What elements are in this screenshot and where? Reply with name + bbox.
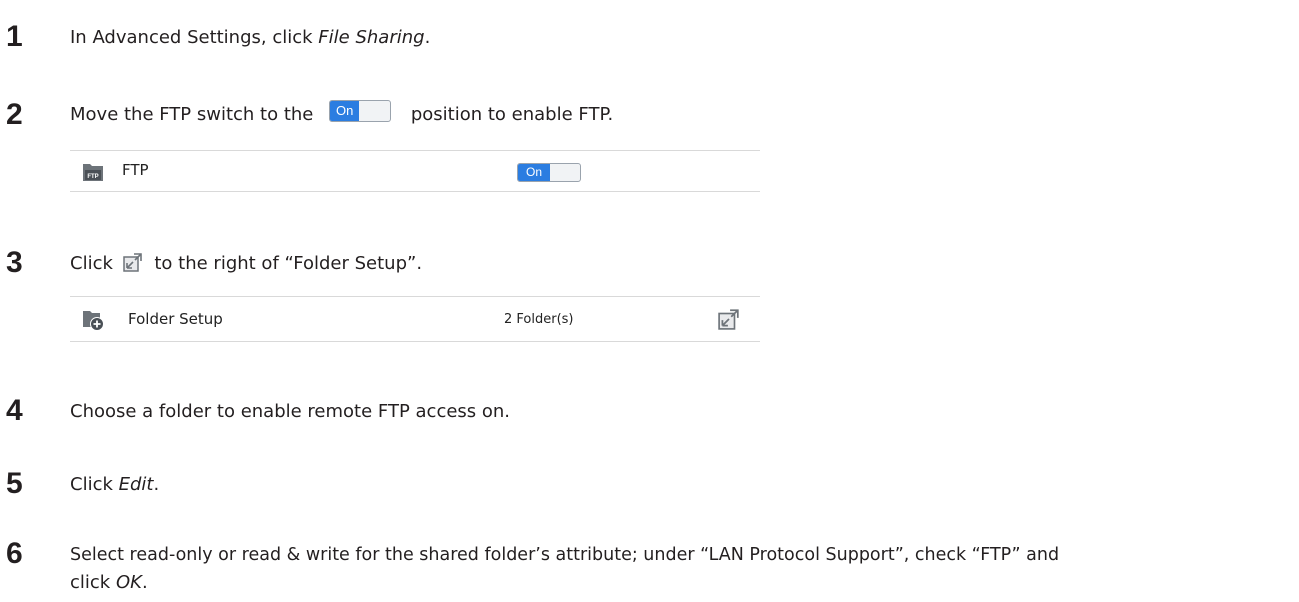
ftp-switch-example: On	[329, 100, 392, 122]
step-number: 3	[6, 246, 23, 279]
folder-setup-row: Folder Setup 2 Folder(s)	[70, 296, 760, 342]
step-text: In Advanced Settings, click File Sharing…	[70, 27, 431, 48]
folder-setup-label: Folder Setup	[128, 310, 223, 328]
step-text: Move the FTP switch to the On position t…	[70, 100, 613, 128]
step-text: Click to the right of “Folder Setup”.	[70, 253, 423, 274]
folder-count: 2 Folder(s)	[504, 312, 574, 327]
expand-icon	[122, 253, 142, 272]
folder-add-icon	[83, 311, 104, 331]
step-text-line-1: Select read-only or read & write for the…	[70, 545, 1060, 565]
ftp-settings-row: FTP FTP On	[70, 150, 760, 192]
step-number: 1	[6, 20, 23, 53]
file-sharing-link-text: File Sharing	[318, 27, 425, 48]
svg-text:FTP: FTP	[87, 174, 98, 180]
edit-link-text: Edit	[118, 474, 154, 495]
expand-icon[interactable]	[718, 308, 740, 330]
step-number: 4	[6, 394, 23, 427]
ftp-folder-icon: FTP	[83, 164, 103, 181]
switch-on-label: On	[330, 101, 360, 121]
step-text-line-2: click OK.	[70, 572, 148, 593]
step-text: Click Edit.	[70, 474, 160, 495]
step-number: 6	[6, 537, 23, 570]
ftp-switch[interactable]: On	[517, 163, 581, 182]
switch-on-label: On	[518, 164, 550, 181]
step-number: 2	[6, 98, 23, 131]
ftp-label: FTP	[122, 161, 149, 179]
ok-link-text: OK	[115, 572, 142, 593]
step-text: Choose a folder to enable remote FTP acc…	[70, 401, 511, 422]
step-number: 5	[6, 467, 23, 500]
